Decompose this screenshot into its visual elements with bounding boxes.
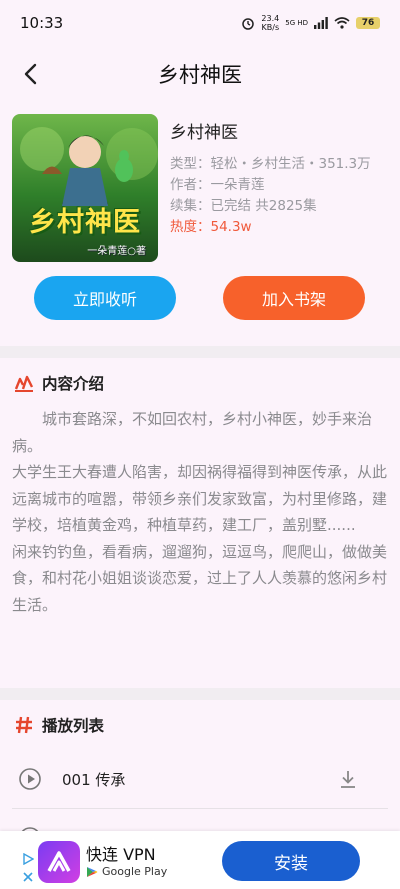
hotness-value: 54.3w bbox=[210, 219, 252, 235]
intro-section: 内容介绍 城市套路深，不如回农村，乡村小神医，妙手来治病。 大学生王大春遭人陷害… bbox=[0, 358, 400, 688]
book-name: 乡村神医 bbox=[170, 123, 238, 143]
battery-indicator: 76 bbox=[356, 17, 380, 29]
ad-info-icon[interactable] bbox=[22, 853, 34, 865]
ad-app-name: 快连 VPN bbox=[86, 845, 156, 864]
net-speed-unit: KB/s bbox=[261, 23, 280, 32]
page-title: 乡村神医 bbox=[158, 63, 242, 87]
ad-banner[interactable]: 快连 VPN Google Play 安装 bbox=[0, 831, 400, 889]
download-icon[interactable] bbox=[338, 769, 358, 789]
alarm-icon bbox=[242, 18, 255, 30]
status-icons: 23.4 KB/s 5G HD 76 bbox=[241, 14, 380, 32]
book-hotness: 热度：54.3w bbox=[170, 215, 252, 235]
back-arrow-icon[interactable] bbox=[18, 60, 46, 88]
episode-title: 001 传承 bbox=[62, 770, 126, 789]
intro-paragraph: 城市套路深，不如回农村，乡村小神医，妙手来治病。 bbox=[12, 410, 373, 455]
playlist-title: 播放列表 bbox=[42, 717, 105, 735]
google-play-icon bbox=[87, 866, 98, 877]
episode-row[interactable]: 001 传承 bbox=[12, 750, 388, 809]
install-button[interactable]: 安装 bbox=[222, 841, 360, 881]
listen-now-button[interactable]: 立即收听 bbox=[34, 276, 176, 320]
section-divider bbox=[0, 346, 400, 358]
hotness-label: 热度： bbox=[170, 219, 211, 235]
cover-author: 一朵青莲○著 bbox=[87, 246, 146, 257]
add-to-shelf-button[interactable]: 加入书架 bbox=[223, 276, 365, 320]
intro-text: 城市套路深，不如回农村，乡村小神医，妙手来治病。 大学生王大春遭人陷害，却因祸得… bbox=[12, 406, 388, 618]
status-bar: 10:33 23.4 KB/s 5G HD 76 bbox=[0, 0, 400, 46]
book-author: 作者：一朵青莲 bbox=[170, 177, 265, 193]
intro-paragraph: 闲来钓钓鱼，看看病，遛遛狗，逗逗鸟，爬爬山，做做美食，和村花小姐姐谈谈恋爱，过上… bbox=[12, 542, 388, 614]
book-info-panel: 乡村神医 一朵青莲○著 乡村神医 类型：轻松・乡村生活・351.3万 作者：一朵… bbox=[0, 102, 400, 346]
net-speed: 23.4 KB/s bbox=[261, 14, 279, 32]
ad-store-name: Google Play bbox=[102, 865, 168, 878]
book-cover[interactable]: 乡村神医 一朵青莲○著 bbox=[12, 114, 158, 262]
play-icon[interactable] bbox=[18, 767, 42, 791]
status-time: 10:33 bbox=[20, 14, 64, 32]
book-type: 类型：轻松・乡村生活・351.3万 bbox=[170, 156, 371, 172]
intro-title: 内容介绍 bbox=[42, 375, 105, 393]
intro-header: 内容介绍 bbox=[14, 372, 104, 394]
intro-icon bbox=[14, 375, 34, 392]
cell-signal-icon bbox=[314, 17, 328, 29]
vpn-app-icon bbox=[38, 841, 80, 883]
app-header: 乡村神医 bbox=[0, 46, 400, 102]
ad-store: Google Play bbox=[86, 865, 167, 878]
playlist-header: 播放列表 bbox=[14, 714, 104, 736]
hash-icon bbox=[16, 716, 32, 734]
cover-title: 乡村神医 bbox=[29, 207, 141, 238]
close-icon[interactable] bbox=[22, 871, 34, 883]
cover-artwork bbox=[12, 114, 158, 262]
net-speed-value: 23.4 bbox=[261, 14, 280, 23]
signal-label: 5G HD bbox=[285, 19, 308, 27]
wifi-icon bbox=[334, 17, 350, 29]
intro-paragraph: 大学生王大春遭人陷害，却因祸得福得到神医传承，从此远离城市的喧嚣，带领乡亲们发家… bbox=[12, 463, 388, 534]
book-serial: 续集：已完结 共2825集 bbox=[170, 198, 317, 214]
section-divider bbox=[0, 688, 400, 700]
